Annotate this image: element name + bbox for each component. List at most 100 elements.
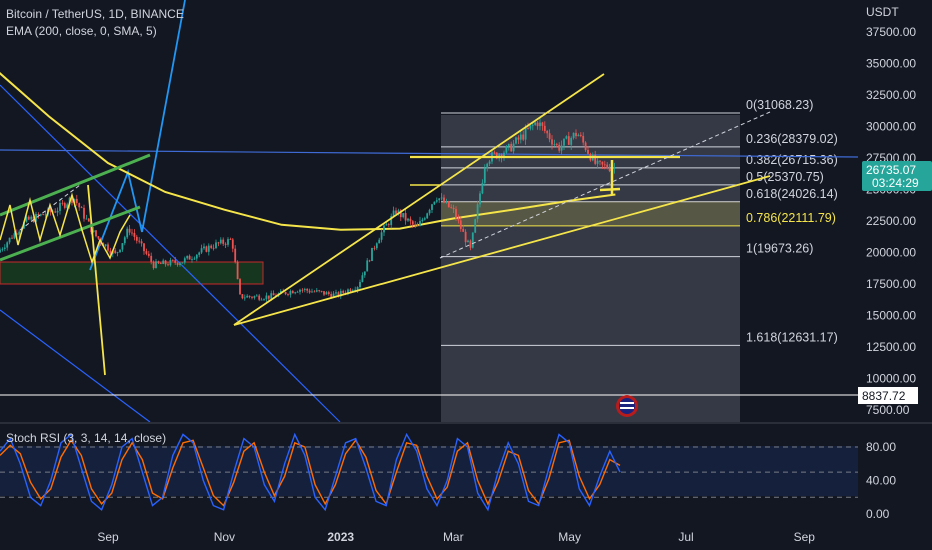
- candle-body: [258, 295, 261, 300]
- candle-body: [426, 213, 429, 219]
- candle-body: [239, 279, 241, 295]
- candle-body: [474, 219, 477, 233]
- candle-body: [527, 128, 529, 129]
- candle-body: [601, 161, 604, 165]
- candle-body: [452, 207, 455, 210]
- candle-body: [140, 241, 143, 244]
- candle-body: [433, 201, 436, 205]
- candle-body: [308, 290, 311, 293]
- candle-body: [219, 239, 222, 244]
- candle-body: [570, 137, 573, 145]
- candle-body: [1, 248, 4, 250]
- candle-body: [378, 239, 381, 244]
- candle-body: [459, 220, 462, 229]
- candle-body: [119, 249, 121, 253]
- candle-body: [445, 201, 448, 203]
- candle-body: [114, 250, 117, 253]
- candle-body: [229, 239, 232, 240]
- candle-body: [3, 247, 6, 249]
- candle-body: [395, 210, 397, 214]
- candle-body: [123, 237, 126, 244]
- candle-body: [603, 164, 606, 166]
- candle-body: [447, 201, 450, 208]
- stoch-legend: Stoch RSI (3, 3, 14, 14, close): [6, 430, 166, 447]
- candle-body: [313, 291, 316, 293]
- candle-body: [6, 242, 9, 248]
- price-tick-label: 32500.00: [866, 88, 916, 102]
- candle-body: [368, 260, 371, 262]
- fib-level-label: 1.618(12631.17): [746, 330, 838, 344]
- candle-body: [373, 247, 376, 249]
- candle-body: [303, 288, 306, 290]
- price-axis[interactable]: 37500.0035000.0032500.0030000.0027500.00…: [866, 25, 916, 417]
- candle-body: [457, 218, 460, 221]
- time-axis[interactable]: Sep Nov 2023 Mar May Jul Sep: [97, 530, 815, 544]
- candle-body: [224, 243, 227, 245]
- candle-body: [335, 292, 337, 294]
- candle-body: [265, 295, 268, 300]
- candle-body: [183, 258, 186, 263]
- symbol-title[interactable]: Bitcoin / TetherUS, 1D, BINANCE: [6, 6, 184, 23]
- candle-body: [579, 134, 582, 136]
- time-tick-label: Nov: [214, 530, 235, 544]
- fib-level-label: 0.5(25370.75): [746, 170, 824, 184]
- candle-body: [558, 144, 561, 151]
- candle-body: [613, 167, 616, 169]
- price-tick-label: 12500.00: [866, 340, 916, 354]
- candle-body: [236, 261, 239, 280]
- candle-body: [284, 291, 287, 295]
- candle-body: [128, 228, 131, 233]
- price-tick-label: 30000.00: [866, 120, 916, 134]
- candle-body: [13, 233, 16, 239]
- candle-body: [27, 216, 30, 220]
- time-tick-label: Sep: [97, 530, 119, 544]
- candle-body: [608, 168, 611, 172]
- candle-body: [416, 224, 419, 227]
- candle-body: [75, 198, 78, 204]
- candle-body: [145, 251, 148, 254]
- candle-body: [435, 200, 438, 202]
- candle-body: [534, 122, 537, 125]
- candle-body: [234, 248, 237, 262]
- stoch-tick-label: 80.00: [866, 440, 896, 454]
- candle-body: [126, 228, 129, 238]
- candle-body: [63, 203, 66, 208]
- stoch-band-fill: [0, 446, 858, 496]
- candle-body: [152, 261, 155, 269]
- candle-body: [133, 233, 136, 237]
- candle-body: [469, 240, 472, 248]
- candle-body: [296, 291, 299, 293]
- price-level-badge: 8837.72: [858, 387, 918, 404]
- candle-body: [311, 291, 313, 293]
- candle-body: [467, 240, 469, 243]
- candle-body: [294, 292, 297, 294]
- candle-body: [83, 207, 85, 219]
- candle-body: [522, 134, 525, 140]
- candle-body: [44, 214, 47, 216]
- candle-body: [488, 161, 491, 164]
- stoch-axis[interactable]: 80.00 40.00 0.00: [866, 440, 896, 521]
- candle-body: [171, 259, 174, 261]
- candle-body: [104, 244, 107, 246]
- candle-body: [222, 239, 225, 244]
- candle-body: [287, 294, 289, 295]
- candle-body: [519, 134, 522, 140]
- candle-body: [606, 164, 609, 169]
- indicator-title[interactable]: EMA (200, close, 0, SMA, 5): [6, 23, 184, 40]
- candle-body: [423, 218, 426, 220]
- candle-body: [138, 240, 141, 242]
- price-tick-label: 7500.00: [866, 403, 910, 417]
- countdown-value: 03:24:29: [872, 176, 919, 190]
- candle-body: [186, 255, 189, 259]
- candle-body: [164, 260, 167, 265]
- candle-body: [179, 263, 181, 265]
- candle-body: [481, 182, 484, 194]
- stoch-title[interactable]: Stoch RSI (3, 3, 14, 14, close): [6, 430, 166, 447]
- chart-canvas[interactable]: 0(31068.23) 0.236(28379.02) 0.382(26715.36…: [0, 0, 932, 550]
- candle-body: [174, 260, 177, 263]
- us-flag-icon[interactable]: [616, 395, 638, 417]
- candle-body: [539, 122, 541, 127]
- candle-body: [243, 297, 246, 299]
- candle-body: [493, 152, 496, 154]
- candle-body: [11, 237, 13, 239]
